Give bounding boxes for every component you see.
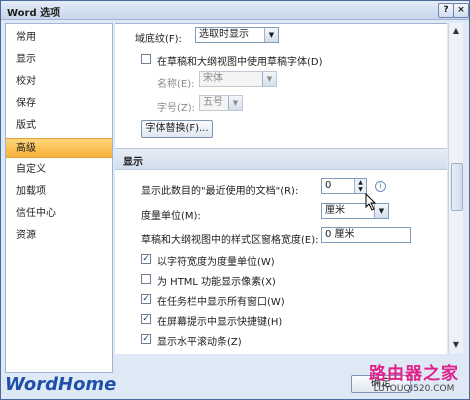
field-shading-label: 域底纹(F): xyxy=(135,34,182,45)
window-title: Word 选项 xyxy=(7,8,61,19)
content-scrollbar[interactable]: ▲ ▼ xyxy=(448,23,463,353)
sidebar-item-save[interactable]: 保存 xyxy=(6,94,112,114)
font-size-value: 五号 xyxy=(203,97,223,108)
info-icon: i xyxy=(375,181,386,192)
horizontal-scrollbar-checkbox[interactable] xyxy=(141,334,151,344)
scroll-up-icon[interactable]: ▲ xyxy=(450,25,462,37)
taskbar-windows-label: 在任务栏中显示所有窗口(W) xyxy=(157,297,285,308)
font-name-label: 名称(E): xyxy=(157,79,195,90)
units-select[interactable]: 厘米 ▼ xyxy=(321,203,389,219)
html-pixels-label: 为 HTML 功能显示像素(X) xyxy=(157,277,276,288)
title-bar: Word 选项 ? × xyxy=(1,1,469,20)
sidebar-item-trust-center[interactable]: 信任中心 xyxy=(6,204,112,224)
recent-docs-value: 0 xyxy=(325,180,332,191)
style-width-label: 草稿和大纲视图中的样式区窗格宽度(E): xyxy=(141,235,319,246)
font-substitution-button[interactable]: 字体替换(F)... xyxy=(141,120,213,138)
sidebar-item-layout[interactable]: 版式 xyxy=(6,116,112,136)
chevron-down-icon: ▼ xyxy=(228,96,242,110)
chevron-down-icon: ▼ xyxy=(262,72,276,86)
html-pixels-checkbox[interactable] xyxy=(141,274,151,284)
recent-docs-spinner[interactable]: 0 ▲ ▼ xyxy=(321,178,367,194)
spinner-arrows-icon[interactable]: ▲ ▼ xyxy=(354,179,366,193)
watermark-title: 路由器之家 xyxy=(369,364,459,384)
sidebar-item-proofing[interactable]: 校对 xyxy=(6,72,112,92)
draft-font-label: 在草稿和大纲视图中使用草稿字体(D) xyxy=(157,57,323,68)
sidebar-item-resources[interactable]: 资源 xyxy=(6,226,112,246)
style-width-input[interactable]: 0 厘米 xyxy=(321,227,411,243)
sidebar-item-customize[interactable]: 自定义 xyxy=(6,160,112,180)
units-label: 度量单位(M): xyxy=(141,211,201,222)
chevron-down-icon: ▼ xyxy=(264,28,278,42)
word-options-window: Word 选项 ? × 常用 显示 校对 保存 版式 高级 自定义 加载项 信任… xyxy=(0,0,470,400)
units-value: 厘米 xyxy=(325,205,345,216)
help-button[interactable]: ? xyxy=(438,3,454,18)
field-shading-select[interactable]: 选取时显示 ▼ xyxy=(195,27,279,43)
shortcut-keys-checkbox[interactable] xyxy=(141,314,151,324)
recent-docs-label: 显示此数目的"最近使用的文档"(R): xyxy=(141,186,299,197)
taskbar-windows-checkbox[interactable] xyxy=(141,294,151,304)
display-section-header: 显示 xyxy=(115,148,447,170)
font-size-label: 字号(Z): xyxy=(157,103,196,114)
sidebar-item-advanced[interactable]: 高级 xyxy=(6,138,112,158)
font-size-select[interactable]: 五号 ▼ xyxy=(199,95,243,111)
sidebar-item-addins[interactable]: 加载项 xyxy=(6,182,112,202)
display-section-title: 显示 xyxy=(123,157,143,168)
sidebar-item-display[interactable]: 显示 xyxy=(6,50,112,70)
draft-font-checkbox[interactable] xyxy=(141,54,151,64)
wordhome-logo: WordHome xyxy=(5,374,117,395)
watermark-url: LUYOUQI520.COM xyxy=(373,384,455,394)
char-width-units-label: 以字符宽度为度量单位(W) xyxy=(157,257,275,268)
field-shading-value: 选取时显示 xyxy=(199,29,249,40)
scroll-down-icon[interactable]: ▼ xyxy=(450,339,462,351)
char-width-units-checkbox[interactable] xyxy=(141,254,151,264)
font-name-value: 宋体 xyxy=(203,73,223,84)
options-sidebar: 常用 显示 校对 保存 版式 高级 自定义 加载项 信任中心 资源 xyxy=(5,23,113,373)
mouse-cursor-icon xyxy=(365,193,377,211)
sidebar-item-common[interactable]: 常用 xyxy=(6,28,112,48)
options-content: 域底纹(F): 选取时显示 ▼ 在草稿和大纲视图中使用草稿字体(D) 名称(E)… xyxy=(115,23,447,354)
scroll-thumb[interactable] xyxy=(451,163,463,211)
close-button[interactable]: × xyxy=(453,3,469,18)
font-name-select[interactable]: 宋体 ▼ xyxy=(199,71,277,87)
style-width-value: 0 厘米 xyxy=(325,229,355,240)
shortcut-keys-label: 在屏幕提示中显示快捷键(H) xyxy=(157,317,283,328)
horizontal-scrollbar-label: 显示水平滚动条(Z) xyxy=(157,337,242,348)
watermark: 路由器之家 LUYOUQI520.COM xyxy=(369,359,459,394)
